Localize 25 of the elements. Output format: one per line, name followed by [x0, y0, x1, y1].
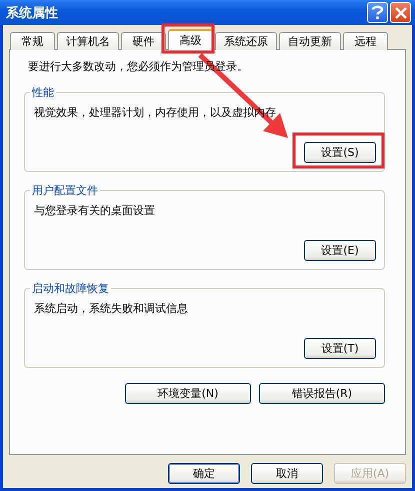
help-icon	[371, 5, 384, 20]
footer-button[interactable]: 确定	[168, 463, 240, 484]
settings-button[interactable]: 设置(S)	[304, 142, 376, 163]
window-title: 系统属性	[6, 4, 58, 22]
dialog-action-button[interactable]: 错误报告(R)	[259, 383, 385, 404]
group-description: 系统启动，系统失败和调试信息	[34, 301, 189, 316]
highlight-box	[162, 24, 214, 54]
tab[interactable]: 远程	[343, 32, 388, 50]
dialog-action-button[interactable]: 环境变量(N)	[125, 383, 251, 404]
tab[interactable]: 高级	[168, 29, 213, 50]
tab[interactable]: 自动更新	[279, 32, 341, 50]
tab[interactable]: 常规	[10, 32, 55, 50]
tab[interactable]: 系统还原	[215, 32, 277, 50]
group-title: 用户配置文件	[30, 183, 100, 198]
tab[interactable]: 硬件	[121, 32, 166, 50]
close-button[interactable]	[390, 2, 411, 23]
settings-button[interactable]: 设置(T)	[304, 338, 376, 359]
footer-button[interactable]: 取消	[251, 463, 323, 484]
group-title: 启动和故障恢复	[30, 281, 111, 296]
settings-button[interactable]: 设置(E)	[304, 240, 376, 261]
group-description: 与您登录有关的桌面设置	[34, 203, 156, 218]
close-icon	[394, 6, 406, 18]
group-title: 性能	[30, 85, 56, 100]
tab[interactable]: 计算机名	[57, 32, 119, 50]
help-button[interactable]	[367, 2, 388, 23]
